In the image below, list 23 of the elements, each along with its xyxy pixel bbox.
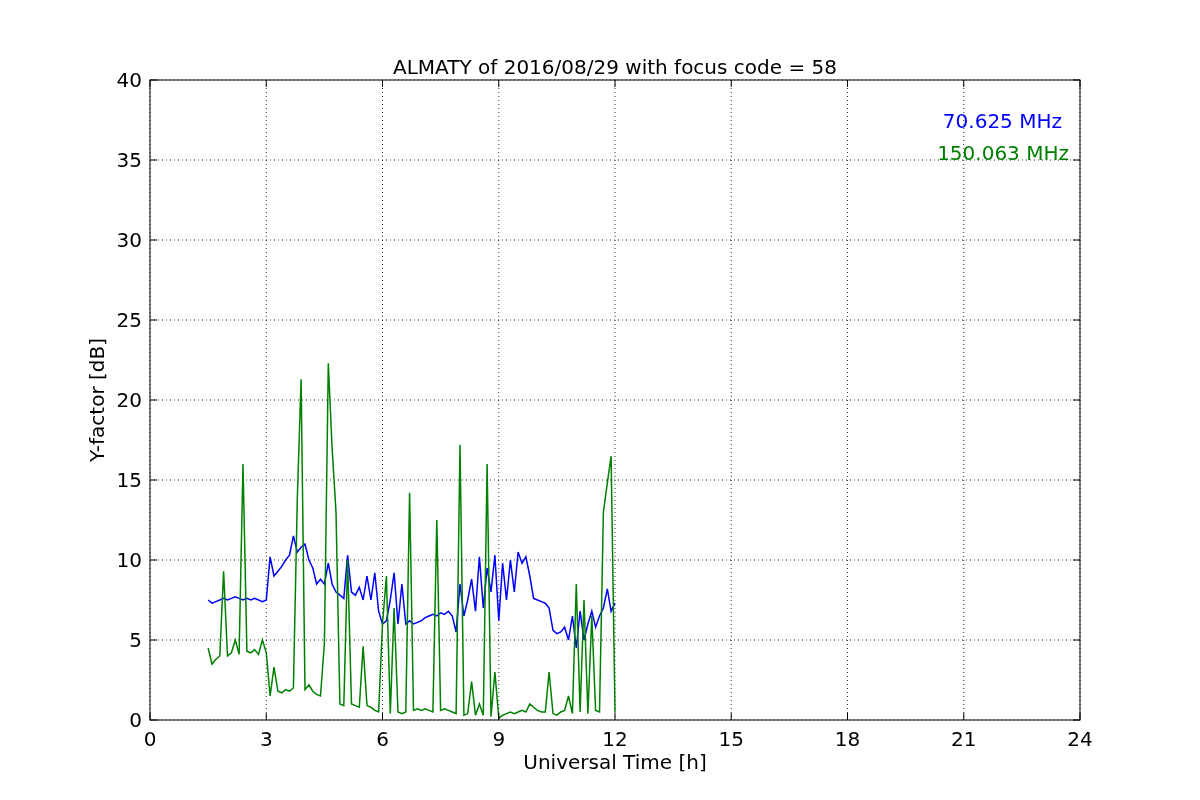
tick-label: 40 — [116, 68, 142, 92]
axis-label: Universal Time [h] — [523, 750, 707, 774]
chart-title: ALMATY of 2016/08/29 with focus code = 58 — [393, 55, 837, 79]
tick-label: 6 — [376, 727, 389, 751]
tick-label: 15 — [116, 468, 142, 492]
tick-label: 10 — [116, 548, 142, 572]
tick-label: 18 — [834, 727, 861, 751]
tick-label: 15 — [718, 727, 744, 751]
legend-label: 70.625 MHz — [942, 109, 1062, 133]
tick-label: 35 — [116, 148, 142, 172]
legend-label: 150.063 MHz — [937, 141, 1069, 165]
tick-label: 0 — [129, 708, 142, 732]
tick-label: 21 — [951, 727, 977, 751]
tick-label: 9 — [492, 727, 506, 751]
tick-label: 5 — [129, 628, 142, 652]
axis-label: Y-factor [dB] — [85, 338, 109, 462]
tick-label: 3 — [259, 727, 273, 751]
tick-label: 20 — [116, 388, 142, 412]
tick-label: 25 — [116, 308, 142, 332]
tick-label: 24 — [1067, 727, 1093, 751]
tick-label: 0 — [143, 727, 157, 751]
tick-label: 30 — [116, 228, 142, 252]
tick-label: 12 — [602, 727, 628, 751]
